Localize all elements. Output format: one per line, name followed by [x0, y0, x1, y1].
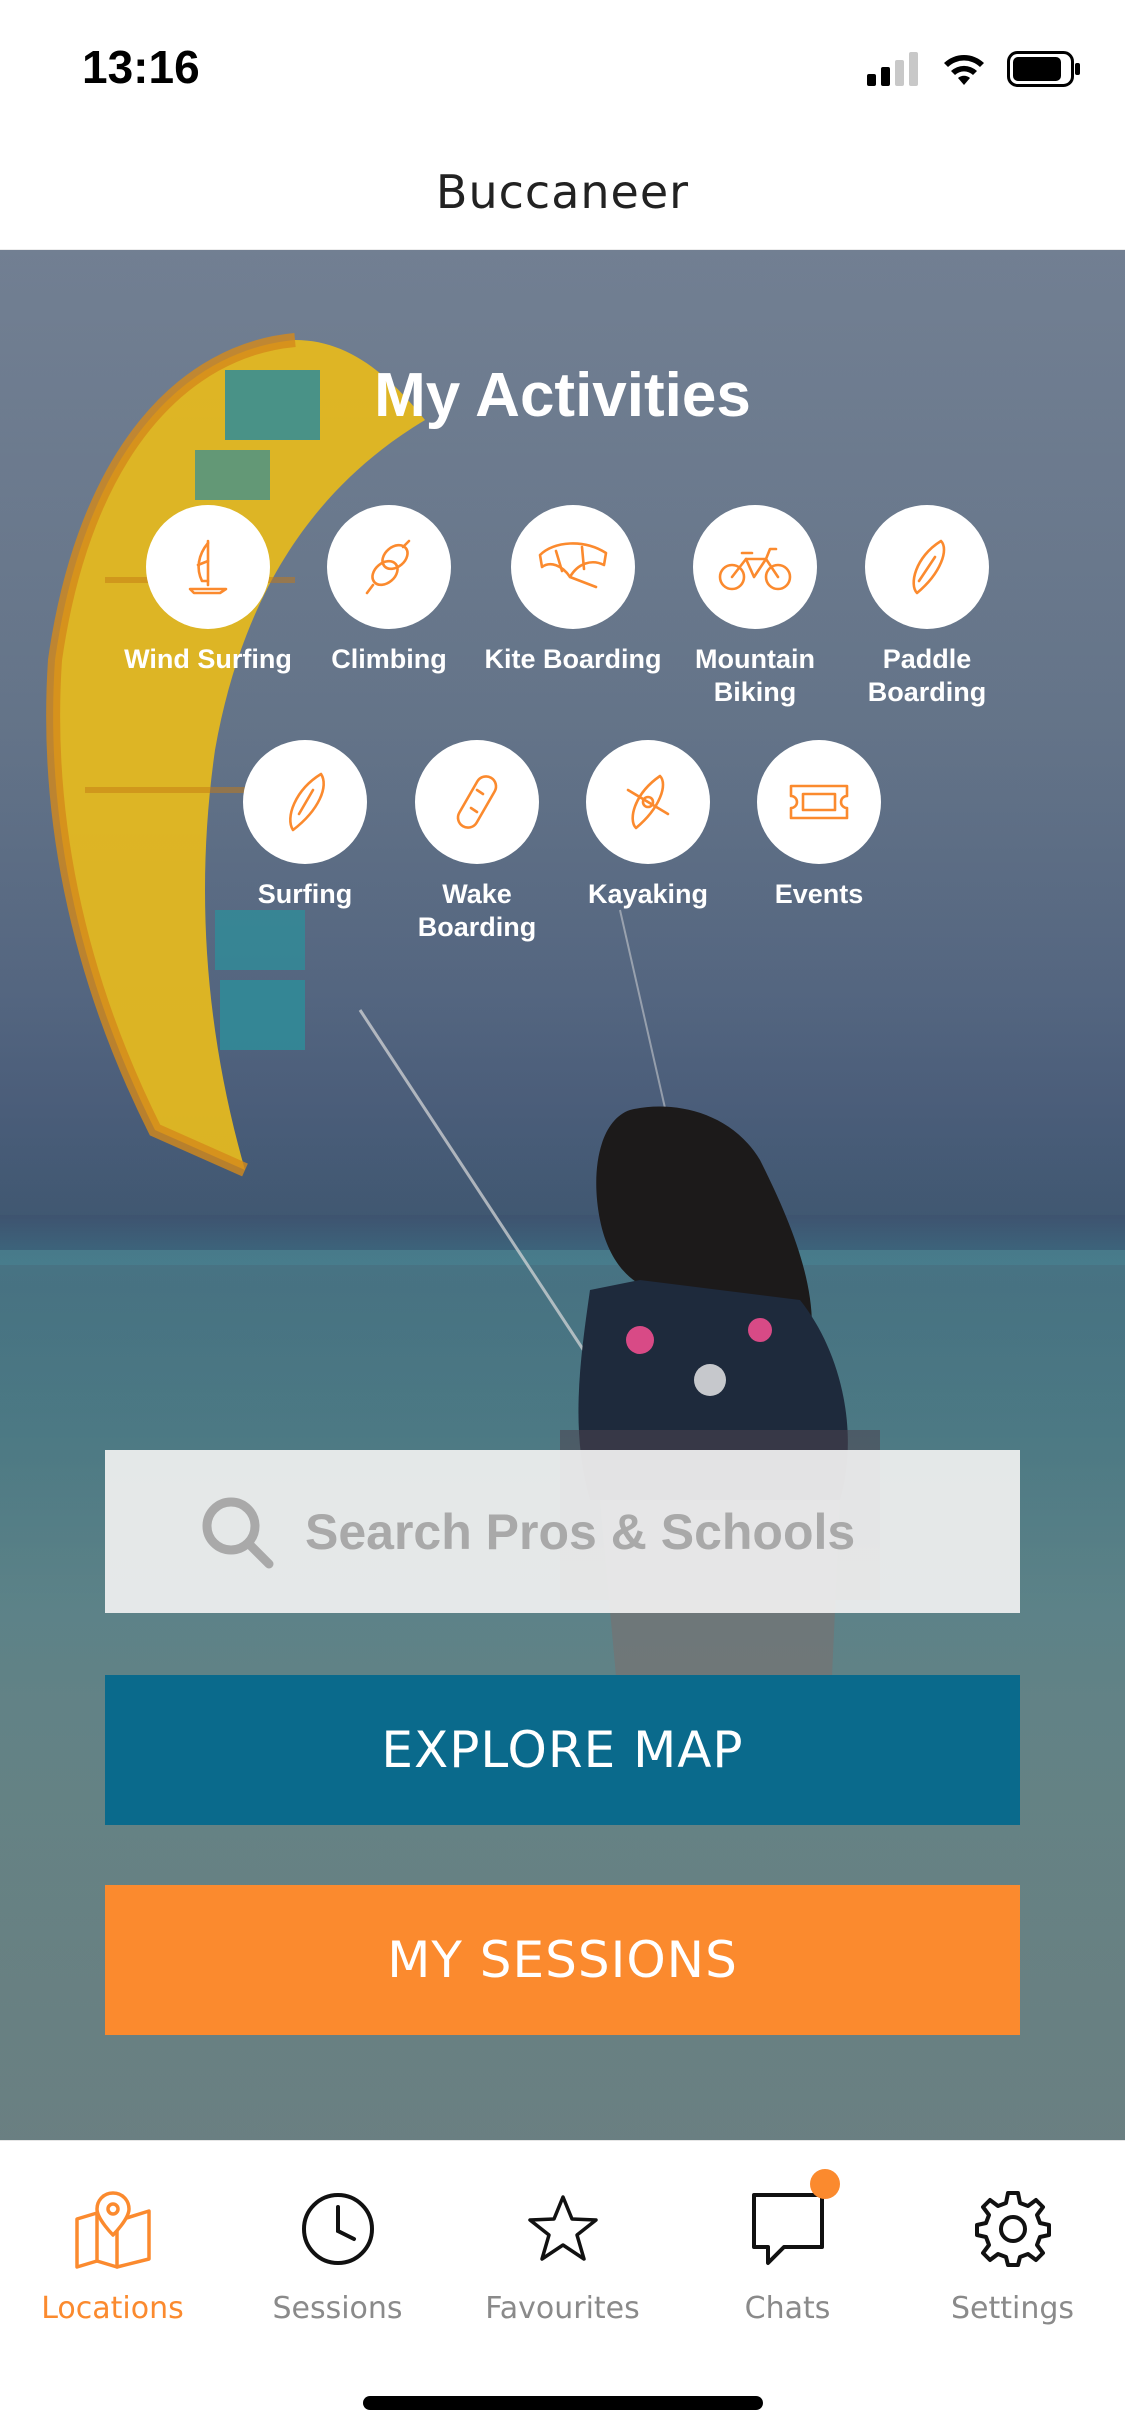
signal-icon: [867, 52, 918, 86]
tab-favourites[interactable]: Favourites: [450, 2189, 675, 2326]
status-bar: 13:16: [0, 0, 1125, 135]
nav-bar: Buccaneer: [0, 135, 1125, 250]
activity-label: Paddle Boarding: [867, 644, 987, 707]
activity-label: Kayaking: [587, 879, 709, 909]
explore-map-button[interactable]: EXPLORE MAP: [105, 1675, 1020, 1825]
tab-label: Sessions: [272, 2291, 403, 2326]
tab-sessions[interactable]: Sessions: [225, 2189, 450, 2326]
activity-label: Climbing: [331, 644, 447, 674]
surfboard-icon: [289, 772, 325, 832]
star-icon: [527, 2195, 598, 2261]
tab-label: Favourites: [485, 2291, 640, 2326]
search-input[interactable]: Search Pros & Schools: [105, 1450, 1020, 1613]
gear-icon: [974, 2191, 1051, 2267]
search-icon: [202, 1497, 274, 1569]
activity-label: Surfing: [257, 879, 353, 909]
tab-label: Settings: [950, 2291, 1075, 2326]
activity-paddle-boarding[interactable]: Paddle Boarding: [827, 505, 1027, 709]
kite-icon: [538, 542, 608, 589]
tab-settings[interactable]: Settings: [900, 2189, 1125, 2326]
activity-kite-boarding[interactable]: Kite Boarding: [473, 505, 673, 676]
activity-wind-surfing[interactable]: Wind Surfing: [108, 505, 308, 676]
windsurf-icon: [188, 539, 228, 595]
clock-icon: [301, 2193, 374, 2265]
activity-label: Wake Boarding: [417, 879, 537, 942]
search-placeholder: Search Pros & Schools: [305, 1503, 856, 1560]
hero-section: My Activities Wind Surfing Climbing Kite…: [0, 250, 1125, 2140]
activity-label: Mountain Biking: [695, 644, 815, 707]
activity-kayaking[interactable]: Kayaking: [548, 740, 748, 911]
activity-label: Kite Boarding: [484, 644, 662, 674]
map-pin-icon: [74, 2191, 151, 2269]
activity-climbing[interactable]: Climbing: [289, 505, 489, 676]
tab-bar: Locations Sessions Favourites Chats Sett…: [0, 2140, 1125, 2436]
ticket-icon: [789, 784, 849, 820]
activity-wake-boarding[interactable]: Wake Boarding: [377, 740, 577, 944]
activity-label: Events: [774, 879, 864, 909]
wifi-icon: [944, 55, 984, 85]
tab-label: Locations: [41, 2291, 184, 2326]
my-sessions-button[interactable]: MY SESSIONS: [105, 1885, 1020, 2035]
rope-icon: [365, 539, 411, 595]
activity-surfing[interactable]: Surfing: [205, 740, 405, 911]
notification-badge: [809, 2169, 840, 2199]
paddleboard-icon: [912, 539, 946, 595]
chat-icon: [751, 2193, 824, 2265]
section-title: My Activities: [374, 361, 751, 430]
nav-title: Buccaneer: [435, 165, 690, 219]
status-time: 13:16: [82, 41, 200, 93]
bike-icon: [718, 547, 792, 591]
tab-locations[interactable]: Locations: [0, 2189, 225, 2326]
activity-events[interactable]: Events: [719, 740, 919, 911]
kayak-icon: [626, 774, 670, 830]
battery-icon: [1007, 51, 1080, 87]
activity-label: Wind Surfing: [124, 644, 292, 674]
status-icons: [867, 48, 1081, 90]
home-indicator[interactable]: [363, 2396, 763, 2410]
wakeboard-icon: [456, 775, 498, 829]
tab-label: Chats: [744, 2291, 831, 2326]
tab-chats[interactable]: Chats: [675, 2169, 900, 2326]
activity-mountain-biking[interactable]: Mountain Biking: [655, 505, 855, 709]
